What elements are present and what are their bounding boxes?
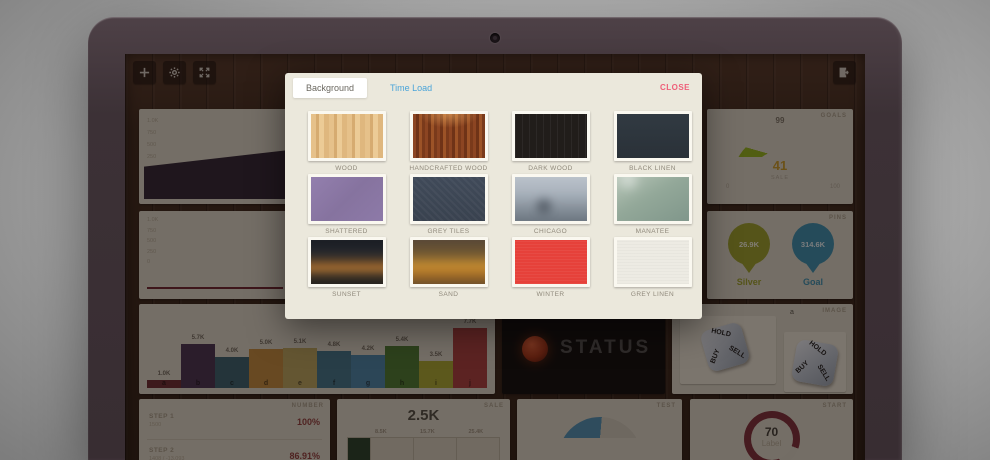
background-option-label: MANATEE	[635, 228, 670, 235]
chicago-thumbnail	[511, 174, 590, 224]
wood-thumbnail	[307, 111, 386, 161]
sand-thumbnail	[409, 237, 488, 287]
background-option-label: BLACK LINEN	[629, 165, 676, 172]
background-option-label: DARK WOOD	[528, 165, 573, 172]
desktop-background: 1.0K 750 500 250 GOALS 99 41 SALE 0 100	[0, 0, 990, 460]
sunset-thumbnail	[307, 237, 386, 287]
background-option-dark-wood[interactable]: DARK WOOD	[511, 111, 590, 174]
background-option-grey-tiles[interactable]: GREY TILES	[409, 174, 488, 237]
background-option-label: GREY LINEN	[630, 291, 675, 298]
background-option-label: HANDCRAFTED WOOD	[409, 165, 488, 172]
tab-time-load[interactable]: Time Load	[377, 78, 445, 98]
webcam-icon	[490, 33, 500, 43]
manatee-thumbnail	[613, 174, 692, 224]
winter-thumbnail	[511, 237, 590, 287]
background-option-label: WOOD	[335, 165, 358, 172]
background-option-label: SAND	[438, 291, 459, 298]
background-option-handcrafted-wood[interactable]: HANDCRAFTED WOOD	[409, 111, 488, 174]
background-settings-modal: Background Time Load CLOSE WOOD HANDCRAF…	[285, 73, 702, 319]
dark-wood-thumbnail	[511, 111, 590, 161]
background-swatch-grid: WOOD HANDCRAFTED WOOD DARK WOOD BLACK LI…	[307, 111, 692, 300]
close-button[interactable]: CLOSE	[660, 83, 690, 92]
background-option-manatee[interactable]: MANATEE	[613, 174, 692, 237]
background-option-label: GREY TILES	[427, 228, 470, 235]
tab-background[interactable]: Background	[293, 78, 368, 98]
background-option-label: SUNSET	[332, 291, 361, 298]
grey-linen-thumbnail	[613, 237, 692, 287]
background-option-chicago[interactable]: CHICAGO	[511, 174, 590, 237]
background-option-wood[interactable]: WOOD	[307, 111, 386, 174]
black-linen-thumbnail	[613, 111, 692, 161]
background-option-black-linen[interactable]: BLACK LINEN	[613, 111, 692, 174]
shattered-thumbnail	[307, 174, 386, 224]
grey-tiles-thumbnail	[409, 174, 488, 224]
background-option-shattered[interactable]: SHATTERED	[307, 174, 386, 237]
background-option-sunset[interactable]: SUNSET	[307, 237, 386, 300]
background-option-grey-linen[interactable]: GREY LINEN	[613, 237, 692, 300]
background-option-sand[interactable]: SAND	[409, 237, 488, 300]
background-option-label: WINTER	[536, 291, 565, 298]
background-option-winter[interactable]: WINTER	[511, 237, 590, 300]
background-option-label: CHICAGO	[533, 228, 568, 235]
background-option-label: SHATTERED	[325, 228, 368, 235]
handcrafted-wood-thumbnail	[409, 111, 488, 161]
